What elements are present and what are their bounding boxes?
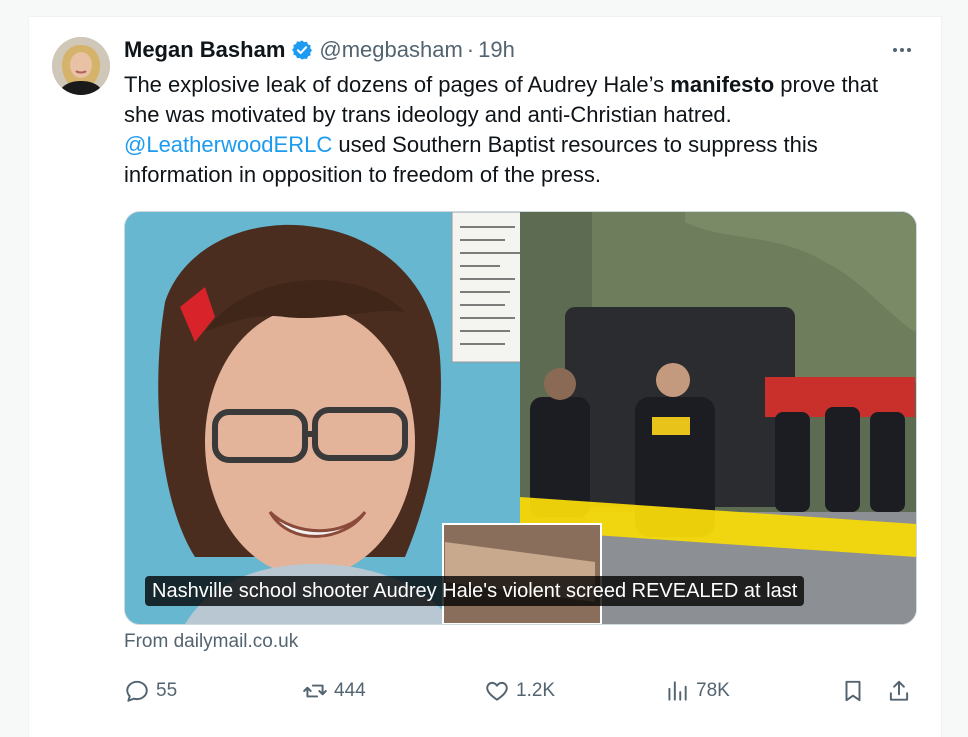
- tweet-text: The explosive leak of dozens of pages of…: [124, 70, 904, 190]
- avatar[interactable]: [52, 37, 110, 95]
- more-horizontal-icon[interactable]: [884, 36, 920, 64]
- share-icon: [889, 680, 909, 701]
- mention-link[interactable]: @LeatherwoodERLC: [124, 132, 332, 157]
- author-handle[interactable]: @megbasham: [319, 37, 462, 63]
- bookmark-button[interactable]: [840, 676, 872, 706]
- repost-button[interactable]: 444: [302, 676, 366, 706]
- repost-count: 444: [334, 680, 366, 701]
- reply-icon: [126, 680, 148, 702]
- tweet-text-bold: manifesto: [670, 72, 775, 97]
- views-count: 78K: [696, 680, 730, 701]
- views-icon: [668, 681, 687, 701]
- reply-count: 55: [156, 680, 178, 701]
- header-separator: ·: [466, 37, 475, 62]
- heart-icon: [486, 681, 508, 701]
- tweet-timestamp[interactable]: 19h: [478, 37, 515, 63]
- tweet-text-part: The explosive leak of dozens of pages of…: [124, 72, 671, 97]
- author-name[interactable]: Megan Basham: [124, 37, 285, 63]
- news-photo-collage: [125, 212, 916, 624]
- tweet-header: Megan Basham @megbasham · 19h: [124, 36, 515, 64]
- link-card-image[interactable]: Nashville school shooter Audrey Hale's v…: [124, 211, 917, 625]
- like-count: 1.2K: [516, 680, 556, 701]
- repost-icon: [303, 684, 327, 698]
- avatar-image: [52, 37, 110, 95]
- share-button[interactable]: [886, 676, 918, 706]
- action-bar: 55 444 1.2K 78K: [124, 676, 916, 706]
- like-button[interactable]: 1.2K: [484, 676, 555, 706]
- reply-button[interactable]: 55: [124, 676, 177, 706]
- verified-badge-icon: [291, 39, 313, 61]
- link-source[interactable]: From dailymail.co.uk: [124, 631, 298, 653]
- bookmark-icon: [845, 680, 861, 702]
- views-button[interactable]: 78K: [664, 676, 730, 706]
- link-card-caption: Nashville school shooter Audrey Hale's v…: [145, 576, 805, 606]
